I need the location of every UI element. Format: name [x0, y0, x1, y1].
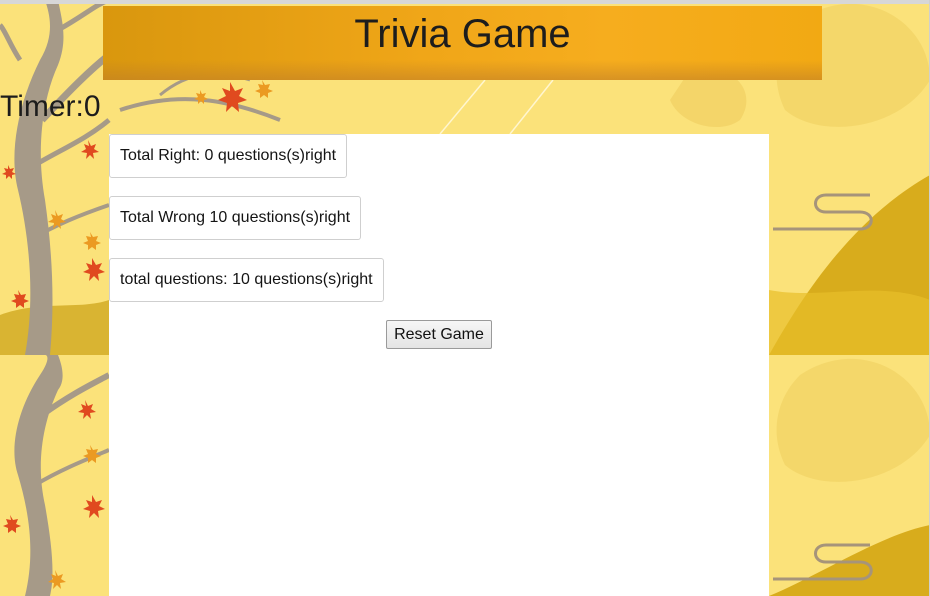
header-banner: Trivia Game: [103, 6, 822, 80]
reset-game-button[interactable]: Reset Game: [386, 320, 492, 349]
timer-display: Timer:0: [0, 90, 101, 123]
results-panel: Total Right: 0 questions(s)right Total W…: [109, 134, 769, 596]
total-questions-stat: total questions: 10 questions(s)right: [109, 258, 384, 302]
total-wrong-stat: Total Wrong 10 questions(s)right: [109, 196, 362, 240]
total-right-stat: Total Right: 0 questions(s)right: [109, 134, 348, 178]
window-top-border: [0, 0, 930, 4]
page-title: Trivia Game: [354, 12, 571, 56]
header-horizon-haze: [103, 60, 822, 80]
